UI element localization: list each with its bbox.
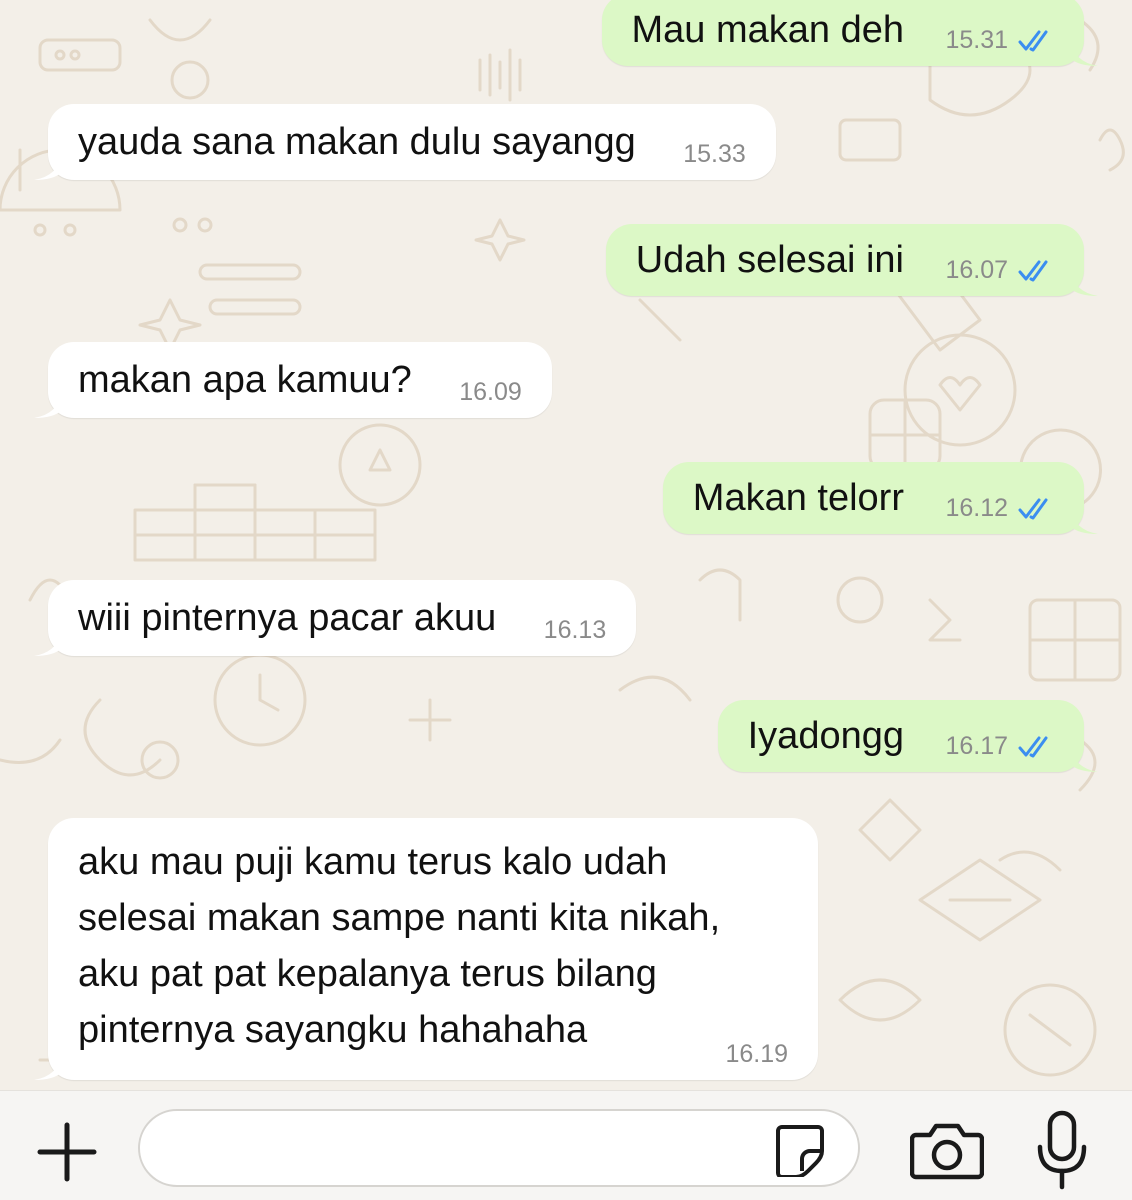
outgoing-message[interactable]: Makan telorr 16.12 xyxy=(662,462,1098,534)
bubble-tail xyxy=(1070,508,1098,534)
outgoing-message[interactable]: Udah selesai ini 16.07 xyxy=(605,224,1098,296)
message-text: aku mau puji kamu terus kalo udah selesa… xyxy=(78,841,721,1051)
message-text: wiii pinternya pacar akuu xyxy=(78,597,497,639)
read-ticks-icon xyxy=(1018,498,1048,520)
message-timestamp: 16.19 xyxy=(725,1040,788,1068)
outgoing-message[interactable]: Mau makan deh 15.31 xyxy=(601,0,1098,66)
chat-background: Mau makan deh 15.31 yauda sana makan dul… xyxy=(0,0,1132,1090)
outgoing-message[interactable]: Iyadongg 16.17 xyxy=(717,700,1098,772)
sticker-icon[interactable] xyxy=(772,1121,828,1177)
bubble-tail xyxy=(1070,40,1098,66)
incoming-message[interactable]: yauda sana makan dulu sayangg 15.33 xyxy=(34,104,776,180)
message-timestamp: 16.17 xyxy=(945,732,1008,760)
message-text: makan apa kamuu? xyxy=(78,359,412,401)
bubble-tail xyxy=(34,1054,62,1080)
message-timestamp: 16.13 xyxy=(543,616,607,644)
message-timestamp: 16.09 xyxy=(459,378,522,406)
bubble-tail xyxy=(1070,270,1098,296)
message-timestamp: 15.33 xyxy=(683,140,746,168)
read-ticks-icon xyxy=(1018,736,1048,758)
bubble-tail xyxy=(34,630,62,656)
message-input[interactable] xyxy=(138,1109,860,1187)
plus-icon[interactable] xyxy=(34,1119,100,1185)
bubble-tail xyxy=(1070,746,1098,772)
bubble-tail xyxy=(34,392,62,418)
message-text: Udah selesai ini xyxy=(635,239,904,281)
message-text: Iyadongg xyxy=(747,715,904,757)
message-timestamp: 16.07 xyxy=(945,256,1008,284)
read-ticks-icon xyxy=(1018,260,1048,282)
incoming-message[interactable]: aku mau puji kamu terus kalo udah selesa… xyxy=(34,818,818,1080)
message-timestamp: 15.31 xyxy=(945,26,1008,54)
read-ticks-icon xyxy=(1018,30,1048,52)
camera-icon[interactable] xyxy=(910,1119,984,1181)
incoming-message[interactable]: makan apa kamuu? 16.09 xyxy=(34,342,552,418)
message-composer xyxy=(0,1090,1132,1200)
incoming-message[interactable]: wiii pinternya pacar akuu 16.13 xyxy=(34,580,637,656)
message-text: Makan telorr xyxy=(692,477,904,519)
microphone-icon[interactable] xyxy=(1032,1109,1092,1193)
message-text: Mau makan deh xyxy=(631,9,905,51)
bubble-tail xyxy=(34,154,62,180)
message-text: yauda sana makan dulu sayangg xyxy=(78,121,636,163)
message-timestamp: 16.12 xyxy=(945,494,1008,522)
